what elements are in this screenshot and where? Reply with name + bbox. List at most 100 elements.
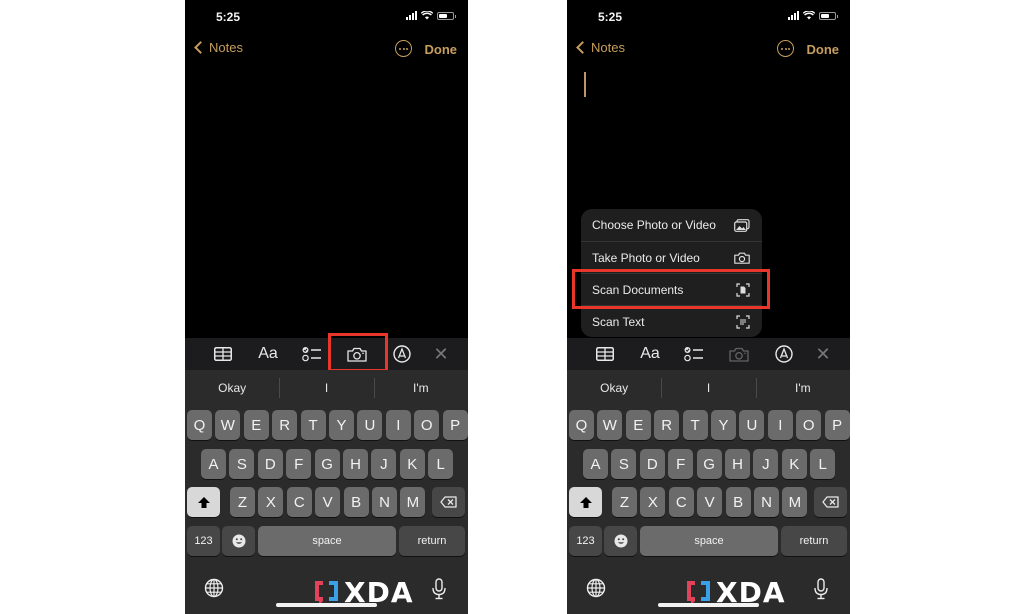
key-p[interactable]: P xyxy=(442,410,468,440)
space-key[interactable]: space xyxy=(258,526,396,556)
key-q[interactable]: Q xyxy=(187,410,212,440)
key-c[interactable]: C xyxy=(668,487,694,517)
key-d[interactable]: D xyxy=(257,449,283,479)
menu-item-take-photo[interactable]: Take Photo or Video xyxy=(581,241,762,273)
key-i[interactable]: I xyxy=(767,410,793,440)
globe-button[interactable] xyxy=(204,578,224,603)
key-s[interactable]: S xyxy=(229,449,255,479)
keyboard-bottom-row: XDA xyxy=(185,576,468,614)
shift-key[interactable] xyxy=(187,487,220,517)
return-key[interactable]: return xyxy=(781,526,847,556)
key-u[interactable]: U xyxy=(739,410,765,440)
key-e[interactable]: E xyxy=(625,410,651,440)
key-w[interactable]: W xyxy=(597,410,623,440)
home-indicator[interactable] xyxy=(276,603,377,607)
table-button[interactable] xyxy=(210,342,236,366)
key-g[interactable]: G xyxy=(696,449,722,479)
key-r[interactable]: R xyxy=(654,410,680,440)
key-b[interactable]: B xyxy=(725,487,751,517)
key-x[interactable]: X xyxy=(258,487,284,517)
key-r[interactable]: R xyxy=(272,410,298,440)
text-format-button[interactable]: Aa xyxy=(255,342,281,366)
prediction-3[interactable]: I'm xyxy=(755,378,850,398)
key-s[interactable]: S xyxy=(611,449,637,479)
key-m[interactable]: M xyxy=(400,487,426,517)
key-a[interactable]: A xyxy=(201,449,226,479)
key-j[interactable]: J xyxy=(371,449,397,479)
more-options-button[interactable] xyxy=(777,40,794,57)
more-options-button[interactable] xyxy=(395,40,412,57)
checklist-button[interactable] xyxy=(681,342,707,366)
key-n[interactable]: N xyxy=(372,487,397,517)
delete-key[interactable] xyxy=(814,487,847,517)
key-v[interactable]: V xyxy=(697,487,723,517)
close-toolbar-button[interactable]: ✕ xyxy=(428,342,454,366)
menu-item-scan-text[interactable]: Scan Text xyxy=(581,305,762,337)
text-format-button[interactable]: Aa xyxy=(637,342,663,366)
prediction-1[interactable]: Okay xyxy=(567,381,661,395)
key-j[interactable]: J xyxy=(753,449,779,479)
key-o[interactable]: O xyxy=(414,410,440,440)
checklist-button[interactable] xyxy=(299,342,325,366)
menu-item-choose-photo[interactable]: Choose Photo or Video xyxy=(581,209,762,241)
home-indicator[interactable] xyxy=(658,603,759,607)
globe-button[interactable] xyxy=(586,578,606,603)
shift-key[interactable] xyxy=(569,487,602,517)
emoji-key[interactable] xyxy=(222,526,255,556)
key-h[interactable]: H xyxy=(343,449,368,479)
key-z[interactable]: Z xyxy=(612,487,637,517)
camera-button[interactable] xyxy=(344,342,370,366)
close-toolbar-button[interactable]: ✕ xyxy=(810,342,836,366)
back-button[interactable]: Notes xyxy=(191,40,243,55)
prediction-3[interactable]: I'm xyxy=(373,378,468,398)
key-f[interactable]: F xyxy=(668,449,694,479)
key-w[interactable]: W xyxy=(215,410,241,440)
key-t[interactable]: T xyxy=(682,410,708,440)
key-q[interactable]: Q xyxy=(569,410,594,440)
prediction-2[interactable]: I xyxy=(661,378,755,398)
key-d[interactable]: D xyxy=(639,449,665,479)
key-f[interactable]: F xyxy=(286,449,312,479)
key-v[interactable]: V xyxy=(315,487,341,517)
prediction-2[interactable]: I xyxy=(279,378,373,398)
markup-button[interactable] xyxy=(389,342,415,366)
done-button[interactable]: Done xyxy=(425,42,458,57)
key-y[interactable]: Y xyxy=(711,410,736,440)
key-b[interactable]: B xyxy=(343,487,369,517)
key-p[interactable]: P xyxy=(824,410,850,440)
key-g[interactable]: G xyxy=(314,449,340,479)
key-o[interactable]: O xyxy=(796,410,822,440)
numbers-key[interactable]: 123 xyxy=(569,526,602,556)
key-c[interactable]: C xyxy=(286,487,312,517)
dictation-button[interactable] xyxy=(814,578,828,605)
key-l[interactable]: L xyxy=(428,449,454,479)
done-button[interactable]: Done xyxy=(807,42,840,57)
key-z[interactable]: Z xyxy=(230,487,255,517)
key-m[interactable]: M xyxy=(782,487,808,517)
delete-key[interactable] xyxy=(432,487,465,517)
emoji-key[interactable] xyxy=(604,526,637,556)
numbers-key[interactable]: 123 xyxy=(187,526,220,556)
key-k[interactable]: K xyxy=(781,449,807,479)
checklist-icon xyxy=(302,347,321,362)
menu-item-scan-documents[interactable]: Scan Documents xyxy=(581,273,762,305)
dictation-button[interactable] xyxy=(432,578,446,605)
key-a[interactable]: A xyxy=(583,449,608,479)
table-button[interactable] xyxy=(592,342,618,366)
key-t[interactable]: T xyxy=(300,410,326,440)
key-n[interactable]: N xyxy=(754,487,779,517)
markup-button[interactable] xyxy=(771,342,797,366)
key-u[interactable]: U xyxy=(357,410,383,440)
key-h[interactable]: H xyxy=(725,449,750,479)
prediction-1[interactable]: Okay xyxy=(185,381,279,395)
key-x[interactable]: X xyxy=(640,487,666,517)
camera-button[interactable] xyxy=(726,342,752,366)
key-k[interactable]: K xyxy=(399,449,425,479)
return-key[interactable]: return xyxy=(399,526,465,556)
space-key[interactable]: space xyxy=(640,526,778,556)
key-l[interactable]: L xyxy=(810,449,836,479)
key-y[interactable]: Y xyxy=(329,410,354,440)
key-i[interactable]: I xyxy=(385,410,411,440)
key-e[interactable]: E xyxy=(243,410,269,440)
back-button[interactable]: Notes xyxy=(573,40,625,55)
